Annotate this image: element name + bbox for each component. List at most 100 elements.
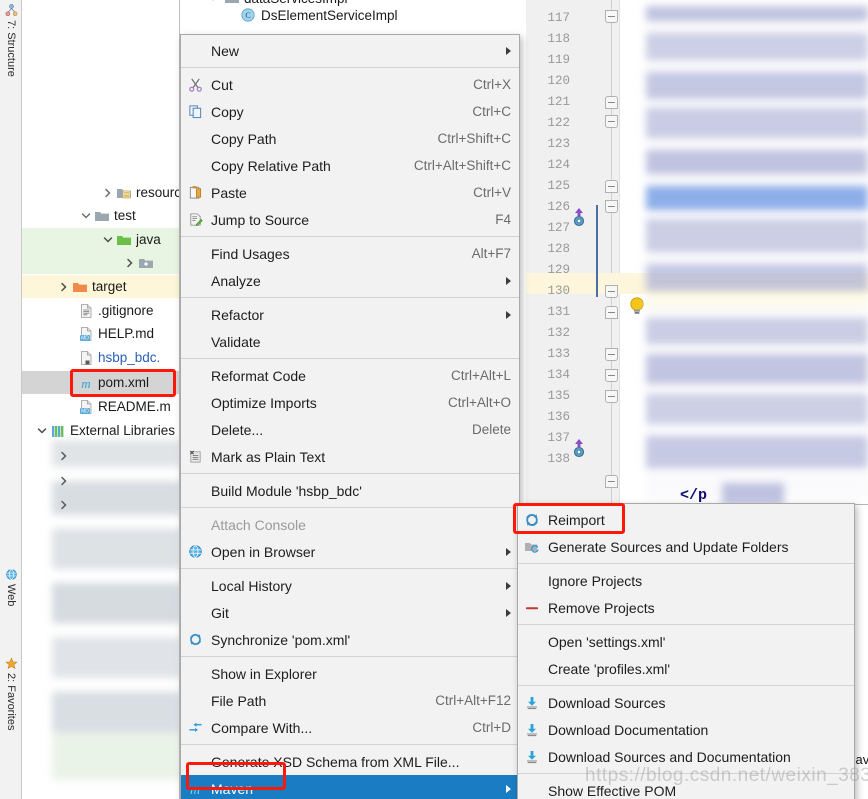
menu-item-jump-to-source[interactable]: Jump to Source F4 (181, 206, 519, 233)
submenu-item-ignore-projects[interactable]: Ignore Projects (518, 567, 854, 594)
submenu-arrow-icon (506, 608, 511, 617)
tree-row-hsbp-bdc-iml[interactable]: hsbp_bdc. (22, 346, 179, 369)
override-marker-icon[interactable] (570, 207, 588, 227)
line-number: 132 (547, 326, 570, 340)
menu-item-find-usages[interactable]: Find Usages Alt+F7 (181, 240, 519, 267)
submenu-item-remove-projects[interactable]: Remove Projects (518, 594, 854, 621)
tree-row-library-1[interactable] (22, 444, 179, 467)
chevron-down-icon[interactable] (208, 0, 218, 3)
download-icon (522, 721, 542, 739)
menu-item-analyze[interactable]: Analyze (181, 267, 519, 294)
fold-marker[interactable] (605, 10, 618, 23)
jump-to-source-icon (185, 211, 205, 229)
submenu-item-reimport[interactable]: Reimport (518, 506, 854, 533)
chevron-right-icon[interactable] (56, 473, 72, 489)
tree-row-java[interactable]: java (22, 228, 179, 251)
libraries-icon (52, 425, 64, 437)
intention-bulb-icon[interactable] (626, 295, 648, 317)
menu-item-file-path[interactable]: File Path Ctrl+Alt+F12 (181, 687, 519, 714)
resource-folder-icon (117, 188, 131, 198)
override-marker-icon[interactable] (570, 438, 588, 458)
menu-item-local-history[interactable]: Local History (181, 572, 519, 599)
menu-item-build-module[interactable]: Build Module 'hsbp_bdc' (181, 477, 519, 504)
menu-item-mark-as-plain-text[interactable]: Mark as Plain Text (181, 443, 519, 470)
submenu-item-download-sources[interactable]: Download Sources (518, 689, 854, 716)
fold-marker[interactable] (605, 115, 618, 128)
line-number: 131 (547, 305, 570, 319)
menu-item-compare-with[interactable]: Compare With... Ctrl+D (181, 714, 519, 741)
fold-marker[interactable] (605, 369, 618, 382)
tree-row-gitignore[interactable]: .gitignore (22, 299, 179, 322)
indent-guide (596, 205, 598, 297)
submenu-item-generate-sources[interactable]: Generate Sources and Update Folders (518, 533, 854, 560)
chevron-right-icon[interactable] (56, 497, 72, 513)
menu-item-refactor[interactable]: Refactor (181, 301, 519, 328)
fold-marker[interactable] (605, 306, 618, 319)
line-number: 120 (547, 74, 570, 88)
menu-item-synchronize[interactable]: Synchronize 'pom.xml' (181, 626, 519, 653)
tree-row-library-3[interactable] (22, 493, 179, 516)
tree-row-package[interactable] (22, 251, 179, 274)
context-menu[interactable]: New Cut Ctrl+X Copy Ctrl+C Copy Path Ctr… (180, 34, 520, 799)
tree-row-dataservicesimpl[interactable] (22, 0, 179, 15)
toolwindow-web[interactable]: Web (0, 566, 22, 608)
menu-item-cut[interactable]: Cut Ctrl+X (181, 71, 519, 98)
toolwindow-structure[interactable]: 7: Structure (0, 2, 22, 79)
menu-label-attach-console: Attach Console (211, 516, 306, 533)
menu-item-validate[interactable]: Validate (181, 328, 519, 355)
submenu-item-open-settings-xml[interactable]: Open 'settings.xml' (518, 628, 854, 655)
tree-row-pom-xml[interactable]: m pom.xml (22, 371, 179, 394)
menu-item-open-in-browser[interactable]: Open in Browser (181, 538, 519, 565)
none-icon (185, 245, 205, 263)
menu-item-copy-relative-path[interactable]: Copy Relative Path Ctrl+Alt+Shift+C (181, 152, 519, 179)
menu-item-new[interactable]: New (181, 37, 519, 64)
fold-marker[interactable] (605, 390, 618, 403)
menu-item-reformat-code[interactable]: Reformat Code Ctrl+Alt+L (181, 362, 519, 389)
menu-item-maven[interactable]: m Maven (181, 775, 519, 799)
submenu-label-open-settings-xml: Open 'settings.xml' (548, 633, 666, 650)
fold-marker[interactable] (605, 475, 618, 488)
fold-marker[interactable] (605, 285, 618, 298)
maven-submenu[interactable]: Reimport Generate Sources and Update Fol… (517, 503, 855, 799)
menu-separator (181, 297, 519, 298)
chevron-right-icon[interactable] (56, 448, 72, 464)
chevron-right-icon[interactable] (122, 255, 138, 271)
fold-marker[interactable] (605, 200, 618, 213)
project-tree-panel[interactable]: resources test java (22, 0, 180, 799)
menu-item-copy-path[interactable]: Copy Path Ctrl+Shift+C (181, 125, 519, 152)
menu-item-show-in-explorer[interactable]: Show in Explorer (181, 660, 519, 687)
none-icon (522, 782, 542, 799)
tree-label-target: target (92, 279, 127, 294)
fold-marker[interactable] (605, 348, 618, 361)
tree-row-readme-md[interactable]: MD README.m (22, 395, 179, 418)
chevron-right-icon[interactable] (100, 185, 116, 201)
menu-item-git[interactable]: Git (181, 599, 519, 626)
tree-row-dataservicesimpl-top[interactable]: dataServicesImpl (208, 0, 348, 6)
menu-item-optimize-imports[interactable]: Optimize Imports Ctrl+Alt+O (181, 389, 519, 416)
tree-label-test: test (114, 208, 136, 223)
submenu-item-download-documentation[interactable]: Download Documentation (518, 716, 854, 743)
menu-item-copy[interactable]: Copy Ctrl+C (181, 98, 519, 125)
toolwindow-favorites[interactable]: 2: Favorites (0, 655, 22, 732)
tree-row-target[interactable]: target (22, 275, 179, 298)
line-number: 126 (547, 200, 570, 214)
menu-item-delete[interactable]: Delete... Delete (181, 416, 519, 443)
menu-item-generate-xsd-schema[interactable]: Generate XSD Schema from XML File... (181, 748, 519, 775)
line-number: 136 (547, 410, 570, 424)
chevron-down-icon[interactable] (34, 423, 50, 439)
fold-marker[interactable] (605, 96, 618, 109)
menu-label-mark-as-plain-text: Mark as Plain Text (211, 448, 326, 465)
tree-row-help-md[interactable]: MD HELP.md (22, 322, 179, 345)
chevron-down-icon[interactable] (100, 232, 116, 248)
chevron-right-icon[interactable] (56, 279, 72, 295)
tree-row-external-libraries[interactable]: External Libraries (22, 419, 179, 442)
tree-row-resources[interactable]: resources (22, 181, 179, 204)
menu-item-paste[interactable]: Paste Ctrl+V (181, 179, 519, 206)
submenu-item-create-profiles-xml[interactable]: Create 'profiles.xml' (518, 655, 854, 682)
tree-row-test[interactable]: test (22, 204, 179, 227)
tree-row-library-2[interactable] (22, 469, 179, 492)
fold-marker[interactable] (605, 180, 618, 193)
tree-row-dselementserviceimpl[interactable]: C DsElementServiceImpl (240, 7, 398, 23)
line-number: 129 (547, 263, 570, 277)
chevron-down-icon[interactable] (78, 208, 94, 224)
